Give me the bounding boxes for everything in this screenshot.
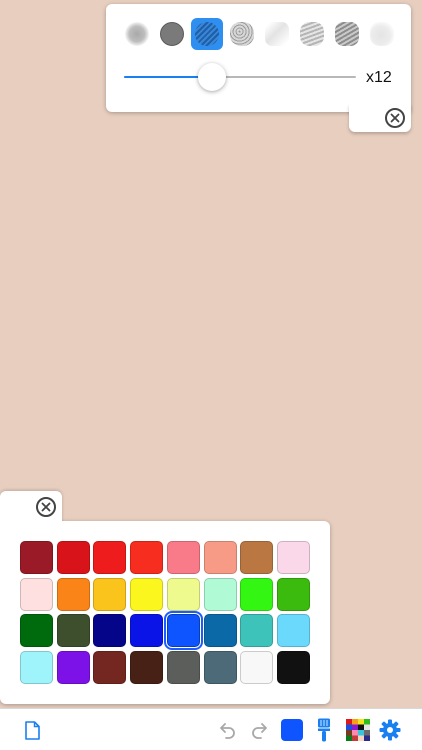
sponge-brush-button[interactable] [226, 18, 258, 50]
color-swatch[interactable] [130, 541, 163, 574]
color-swatch[interactable] [57, 614, 90, 647]
undo-icon [220, 723, 235, 739]
color-swatch[interactable] [167, 578, 200, 611]
slider-thumb[interactable] [198, 63, 227, 91]
bottom-toolbar [0, 708, 422, 750]
color-swatch[interactable] [277, 651, 310, 684]
color-swatch[interactable] [57, 578, 90, 611]
charcoal-brush-icon [335, 22, 359, 46]
color-swatch[interactable] [240, 578, 273, 611]
color-swatch[interactable] [130, 614, 163, 647]
color-swatch[interactable] [204, 614, 237, 647]
color-panel-tab-join [0, 517, 62, 527]
redo-icon [252, 723, 267, 739]
color-swatch[interactable] [57, 651, 90, 684]
color-swatch[interactable] [240, 651, 273, 684]
blender-brush-button[interactable] [366, 18, 398, 50]
new-document-icon [24, 720, 40, 740]
hard-round-brush-icon [160, 22, 184, 46]
color-swatch[interactable] [167, 541, 200, 574]
color-swatch[interactable] [20, 614, 53, 647]
color-swatch[interactable] [277, 541, 310, 574]
brush-tool-button[interactable] [315, 718, 333, 742]
color-swatch[interactable] [277, 578, 310, 611]
color-swatch[interactable] [130, 651, 163, 684]
color-swatch[interactable] [240, 614, 273, 647]
brush-selector [121, 18, 399, 52]
color-swatch[interactable] [167, 651, 200, 684]
color-swatch[interactable] [93, 614, 126, 647]
settings-button[interactable] [378, 718, 402, 742]
brush-icon [318, 718, 330, 742]
sponge-brush-icon [230, 22, 254, 46]
color-swatch[interactable] [204, 651, 237, 684]
color-swatch[interactable] [204, 541, 237, 574]
color-swatch-grid [20, 541, 312, 687]
close-icon [390, 113, 400, 123]
color-swatch[interactable] [93, 651, 126, 684]
color-palette-button[interactable] [346, 718, 370, 742]
brush-size-slider[interactable] [124, 63, 356, 92]
soft-airbrush-icon [125, 22, 149, 46]
textured-round-brush-button[interactable] [191, 18, 223, 50]
color-swatch[interactable] [20, 651, 53, 684]
color-swatch[interactable] [57, 541, 90, 574]
color-swatch[interactable] [20, 541, 53, 574]
current-color-button[interactable] [281, 718, 303, 742]
brush-size-label: x12 [366, 69, 392, 86]
blender-brush-icon [370, 22, 394, 46]
color-swatch[interactable] [93, 541, 126, 574]
hard-round-brush-button[interactable] [156, 18, 188, 50]
gear-icon [379, 719, 401, 741]
color-swatch[interactable] [93, 578, 126, 611]
textured-round-brush-icon [195, 22, 219, 46]
color-swatch[interactable] [164, 611, 203, 650]
dry-brush-button[interactable] [296, 18, 328, 50]
dry-brush-icon [300, 22, 324, 46]
redo-button[interactable] [248, 718, 270, 742]
close-color-panel-button[interactable] [36, 497, 56, 517]
color-swatch[interactable] [204, 578, 237, 611]
color-swatch[interactable] [277, 614, 310, 647]
current-color-swatch [281, 719, 303, 741]
light-chalk-brush-icon [265, 22, 289, 46]
close-icon [41, 502, 51, 512]
soft-airbrush-button[interactable] [121, 18, 153, 50]
light-chalk-brush-button[interactable] [261, 18, 293, 50]
color-palette-icon [346, 719, 370, 741]
undo-button[interactable] [217, 718, 239, 742]
color-swatch[interactable] [130, 578, 163, 611]
brush-panel-tab-join [349, 100, 411, 110]
color-swatch[interactable] [240, 541, 273, 574]
close-brush-panel-button[interactable] [385, 108, 405, 128]
charcoal-brush-button[interactable] [331, 18, 363, 50]
color-swatch[interactable] [20, 578, 53, 611]
new-document-button[interactable] [23, 718, 41, 742]
